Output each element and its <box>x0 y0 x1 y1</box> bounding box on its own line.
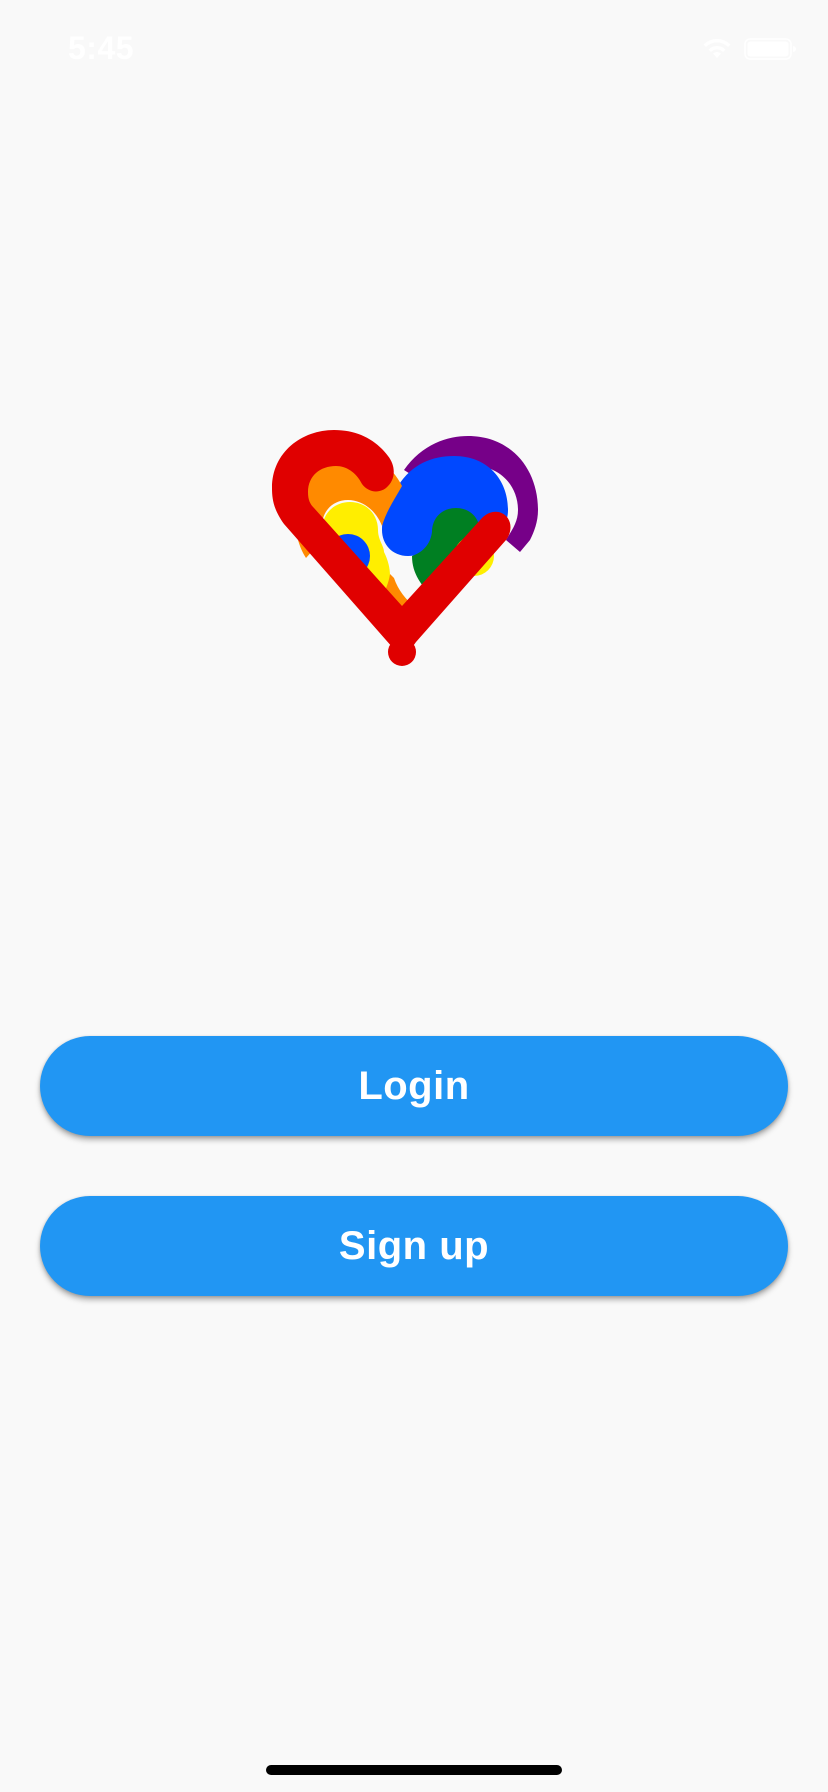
login-button-label: Login <box>358 1063 470 1108</box>
signup-button-label: Sign up <box>338 1223 490 1268</box>
login-button[interactable]: Login <box>40 1036 788 1136</box>
status-bar: 5:45 <box>0 0 828 100</box>
signup-button[interactable]: Sign up <box>40 1196 788 1296</box>
home-indicator[interactable] <box>266 1765 562 1775</box>
wifi-icon <box>703 38 731 58</box>
rainbow-heart-logo <box>272 430 538 666</box>
status-time: 5:45 <box>68 30 135 66</box>
welcome-screen: 5:45 Login Sign up <box>0 0 828 1792</box>
battery-icon <box>744 38 796 60</box>
